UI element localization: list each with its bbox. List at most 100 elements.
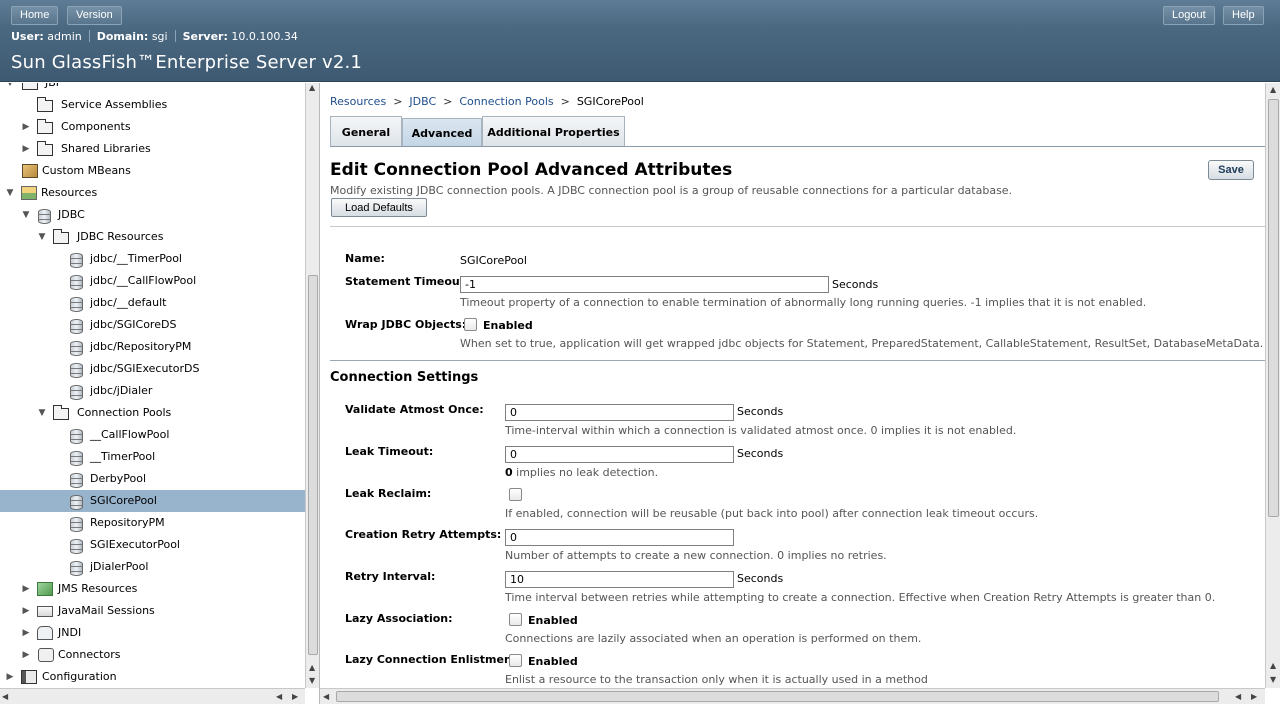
scroll-up-icon[interactable]: ▲ [309,663,315,672]
database-icon [70,319,83,334]
tree-node-timerpool[interactable]: __TimerPool [0,446,305,468]
tree-node-jdbc-sgicoreds[interactable]: jdbc/SGICoreDS [0,314,305,336]
breadcrumb-jdbc[interactable]: JDBC [409,95,436,108]
retry-interval-input[interactable] [505,571,734,588]
database-icon [70,561,83,576]
scroll-left-icon[interactable]: ◀ [2,692,8,701]
tree-node-jdbc-callflowpool[interactable]: jdbc/__CallFlowPool [0,270,305,292]
expand-icon[interactable]: ▶ [21,116,31,138]
database-icon [70,275,83,290]
home-button[interactable]: Home [11,6,59,25]
tree-node-jdbc-resources[interactable]: ▼ JDBC Resources [0,226,305,248]
tab-advanced[interactable]: Advanced [402,118,482,147]
wrap-jdbc-checkbox-label[interactable]: Enabled [483,319,533,332]
collapse-icon[interactable]: ▼ [5,83,15,94]
scroll-left-icon[interactable]: ◀ [276,692,282,701]
wrap-jdbc-checkbox[interactable] [464,318,477,331]
tree-horizontal-scrollbar[interactable]: ◀ ◀ ▶ [0,688,305,704]
expand-icon[interactable]: ▶ [21,578,31,600]
tree-node-jdbc-timerpool[interactable]: jdbc/__TimerPool [0,248,305,270]
validate-atmost-once-input[interactable] [505,404,734,421]
scroll-right-icon[interactable]: ▶ [1251,692,1257,701]
tree-node-service-assemblies[interactable]: Service Assemblies [0,94,305,116]
tree-node-callflowpool[interactable]: __CallFlowPool [0,424,305,446]
tab-additional-properties[interactable]: Additional Properties [482,116,625,147]
lazy-association-label: Lazy Association: [345,612,453,625]
tree-node-label: Service Assemblies [61,98,168,111]
collapse-icon[interactable]: ▼ [37,226,47,248]
expand-icon[interactable]: ▶ [21,622,31,644]
breadcrumb-connection-pools[interactable]: Connection Pools [459,95,553,108]
tree-node-jdialerpool[interactable]: jDialerPool [0,556,305,578]
statement-timeout-input[interactable] [460,276,829,293]
folder-icon [37,119,53,134]
tree-node-jms-resources[interactable]: ▶ JMS Resources [0,578,305,600]
tree-node-jdbc[interactable]: ▼ JDBC [0,204,305,226]
scroll-right-icon[interactable]: ▶ [292,692,298,701]
tree-node-jdbc-sgiexecutords[interactable]: jdbc/SGIExecutorDS [0,358,305,380]
tree-vertical-scrollbar[interactable]: ▲ ▲ ▼ [305,83,319,688]
tree-node-label: JBI [45,83,59,94]
scroll-down-icon[interactable]: ▼ [309,676,315,685]
content-horizontal-scrollbar[interactable]: ◀ ◀ ▶ [320,688,1265,704]
expand-icon[interactable]: ▶ [21,644,31,666]
scroll-thumb[interactable] [336,691,1219,702]
collapse-icon[interactable]: ▼ [21,204,31,226]
lazy-connection-enlistment-checkbox[interactable] [509,654,522,667]
help-button[interactable]: Help [1223,6,1264,25]
scroll-left-icon[interactable]: ◀ [323,692,329,701]
expand-icon[interactable]: ▶ [21,138,31,160]
collapse-icon[interactable]: ▼ [37,402,47,424]
expand-icon[interactable]: ▶ [21,600,31,622]
leak-reclaim-checkbox[interactable] [509,488,522,501]
content-vertical-scrollbar[interactable]: ▲ ▲ ▼ [1265,83,1280,688]
scroll-thumb[interactable] [1268,99,1279,517]
tree-node-repositorypm[interactable]: RepositoryPM [0,512,305,534]
connector-icon [38,648,54,662]
tree-node-components[interactable]: ▶ Components [0,116,305,138]
lazy-association-checkbox[interactable] [509,613,522,626]
tree-node-jdbc-repositorypm[interactable]: jdbc/RepositoryPM [0,336,305,358]
scroll-down-icon[interactable]: ▼ [1270,675,1276,684]
leak-timeout-help: 0 implies no leak detection. [505,466,658,479]
lazy-association-help: Connections are lazily associated when a… [505,632,922,645]
tree-node-shared-libraries[interactable]: ▶ Shared Libraries [0,138,305,160]
breadcrumb-separator: > [443,95,453,108]
masthead: Home Version Logout Help User: admin Doma… [0,0,1280,82]
tree-node-javamail-sessions[interactable]: ▶ JavaMail Sessions [0,600,305,622]
load-defaults-button[interactable]: Load Defaults [331,198,427,217]
tree-node-resources[interactable]: ▼ Resources [0,182,305,204]
leak-reclaim-help: If enabled, connection will be reusable … [505,507,1039,520]
collapse-icon[interactable]: ▼ [5,182,15,204]
scroll-thumb[interactable] [308,275,318,655]
creation-retry-attempts-input[interactable] [505,529,734,546]
tree-node-jdbc-default[interactable]: jdbc/__default [0,292,305,314]
leak-timeout-input[interactable] [505,446,734,463]
tree-node-jdbc-jdialer[interactable]: jdbc/jDialer [0,380,305,402]
breadcrumb-resources[interactable]: Resources [330,95,386,108]
tree-node-jndi[interactable]: ▶ JNDI [0,622,305,644]
save-button[interactable]: Save [1208,160,1254,180]
tree-node-custom-mbeans[interactable]: Custom MBeans [0,160,305,182]
logout-button[interactable]: Logout [1163,6,1215,25]
version-button[interactable]: Version [67,6,122,25]
tree-node-connectors[interactable]: ▶ Connectors [0,644,305,666]
scroll-up-icon[interactable]: ▲ [1270,85,1276,94]
tree-node-sgicorepool[interactable]: SGICorePool [0,490,305,512]
breadcrumb: Resources > JDBC > Connection Pools > SGICoreP… [330,95,644,108]
tab-general[interactable]: General [330,116,402,147]
scroll-up-icon[interactable]: ▲ [309,83,315,92]
expand-icon[interactable]: ▶ [5,666,15,688]
database-icon [70,297,83,312]
tree-node-derbypool[interactable]: DerbyPool [0,468,305,490]
tree-node-connection-pools[interactable]: ▼ Connection Pools [0,402,305,424]
domain-key: Domain: [96,30,149,43]
tree-node-jbi[interactable]: ▼ JBI [0,83,305,94]
tree-node-configuration[interactable]: ▶ Configuration [0,666,305,688]
lazy-association-checkbox-label[interactable]: Enabled [528,614,578,627]
scroll-left-icon[interactable]: ◀ [1235,692,1241,701]
lazy-connection-enlistment-checkbox-label[interactable]: Enabled [528,655,578,668]
tree-node-sgiexecutorpool[interactable]: SGIExecutorPool [0,534,305,556]
scroll-up-icon[interactable]: ▲ [1270,661,1276,670]
tree-node-label: jdbc/RepositoryPM [90,340,192,353]
